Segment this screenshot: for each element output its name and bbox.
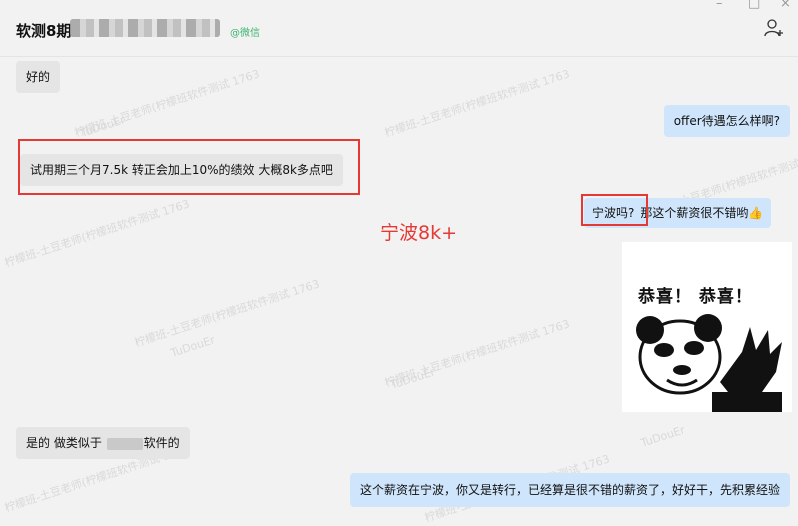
message-text: offer待遇怎么样啊?: [673, 114, 780, 128]
wechat-tag: @微信: [230, 28, 260, 39]
watermark: 柠檬班-土豆老师(柠檬班软件测试 1763: [2, 197, 192, 270]
annotation-text: 宁波8k+: [380, 222, 458, 244]
sticker-image[interactable]: 恭喜！ 恭喜！: [622, 242, 792, 412]
message-text: 是的 做类似于: [26, 436, 102, 450]
watermark: 柠檬班-土豆老师(柠檬班软件测试 1763: [132, 277, 322, 350]
message-text: 试用期三个月7.5k 转正会加上10%的绩效 大概8k多点吧: [30, 163, 333, 177]
close-button[interactable]: ×: [780, 0, 791, 11]
message-bubble[interactable]: offer待遇怎么样啊?: [663, 105, 790, 137]
message-bubble[interactable]: 是的 做类似于 软件的: [16, 427, 190, 459]
message-bubble[interactable]: 这个薪资在宁波，你又是转行，已经算是很不错的薪资了，好好干，先积累经验: [349, 473, 790, 507]
blurred-name: [70, 19, 220, 37]
watermark: TuDouEr: [169, 333, 217, 360]
message-text: 软件的: [143, 436, 180, 450]
redacted-text: [106, 437, 143, 450]
message-text: 好的: [26, 70, 51, 84]
watermark: 柠檬班-土豆老师(柠檬班软件测试 1763: [382, 317, 572, 390]
highlight-box: [581, 194, 648, 226]
message-bubble[interactable]: 试用期三个月7.5k 转正会加上10%的绩效 大概8k多点吧: [20, 154, 343, 186]
chat-title: 软测8期: [16, 22, 72, 40]
add-member-icon[interactable]: [764, 18, 784, 38]
watermark: TuDouEr: [389, 365, 437, 392]
watermark: TuDouEr: [79, 113, 127, 140]
message-text: 这个薪资在宁波，你又是转行，已经算是很不错的薪资了，好好干，先积累经验: [359, 483, 780, 497]
panda-face-icon: [636, 314, 782, 412]
watermark: 柠檬班-土豆老师(柠檬班软件测试 1763: [72, 67, 262, 140]
watermark: TuDouEr: [639, 423, 687, 450]
watermark: 柠檬班-土豆老师(柠檬班软件测试 1763: [382, 67, 572, 140]
message-text: 那这个薪资很不错哟: [640, 206, 749, 220]
maximize-button[interactable]: □: [748, 0, 760, 11]
message-bubble[interactable]: 好的: [16, 61, 61, 93]
minimize-button[interactable]: –: [716, 0, 723, 11]
chat-header: 软测8期 @微信 – □ ×: [0, 0, 798, 57]
thumbs-up-icon: 👍: [748, 206, 764, 220]
